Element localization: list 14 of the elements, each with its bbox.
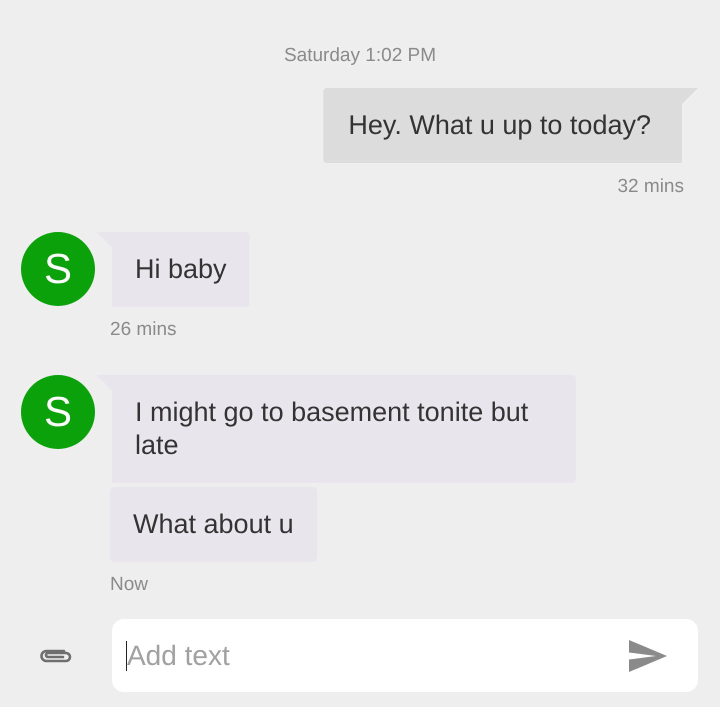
message-input-field[interactable]: Add text	[112, 619, 698, 692]
date-timestamp: Saturday 1:02 PM	[282, 45, 438, 67]
message-time: 32 mins	[617, 176, 684, 198]
message-bubble: Hey. What u up to today?	[323, 88, 698, 163]
message-time: Now	[110, 574, 148, 596]
message-time: 26 mins	[110, 319, 177, 341]
message-bubble: I might go to basement tonite but late	[96, 375, 576, 483]
send-icon[interactable]	[628, 638, 668, 672]
message-bubble: What about u	[110, 487, 317, 562]
contact-avatar[interactable]: S	[21, 375, 95, 449]
contact-avatar[interactable]: S	[21, 232, 95, 306]
message-bubble: Hi baby	[96, 232, 250, 307]
text-input[interactable]: Add text	[127, 640, 628, 672]
text-cursor	[126, 640, 127, 670]
